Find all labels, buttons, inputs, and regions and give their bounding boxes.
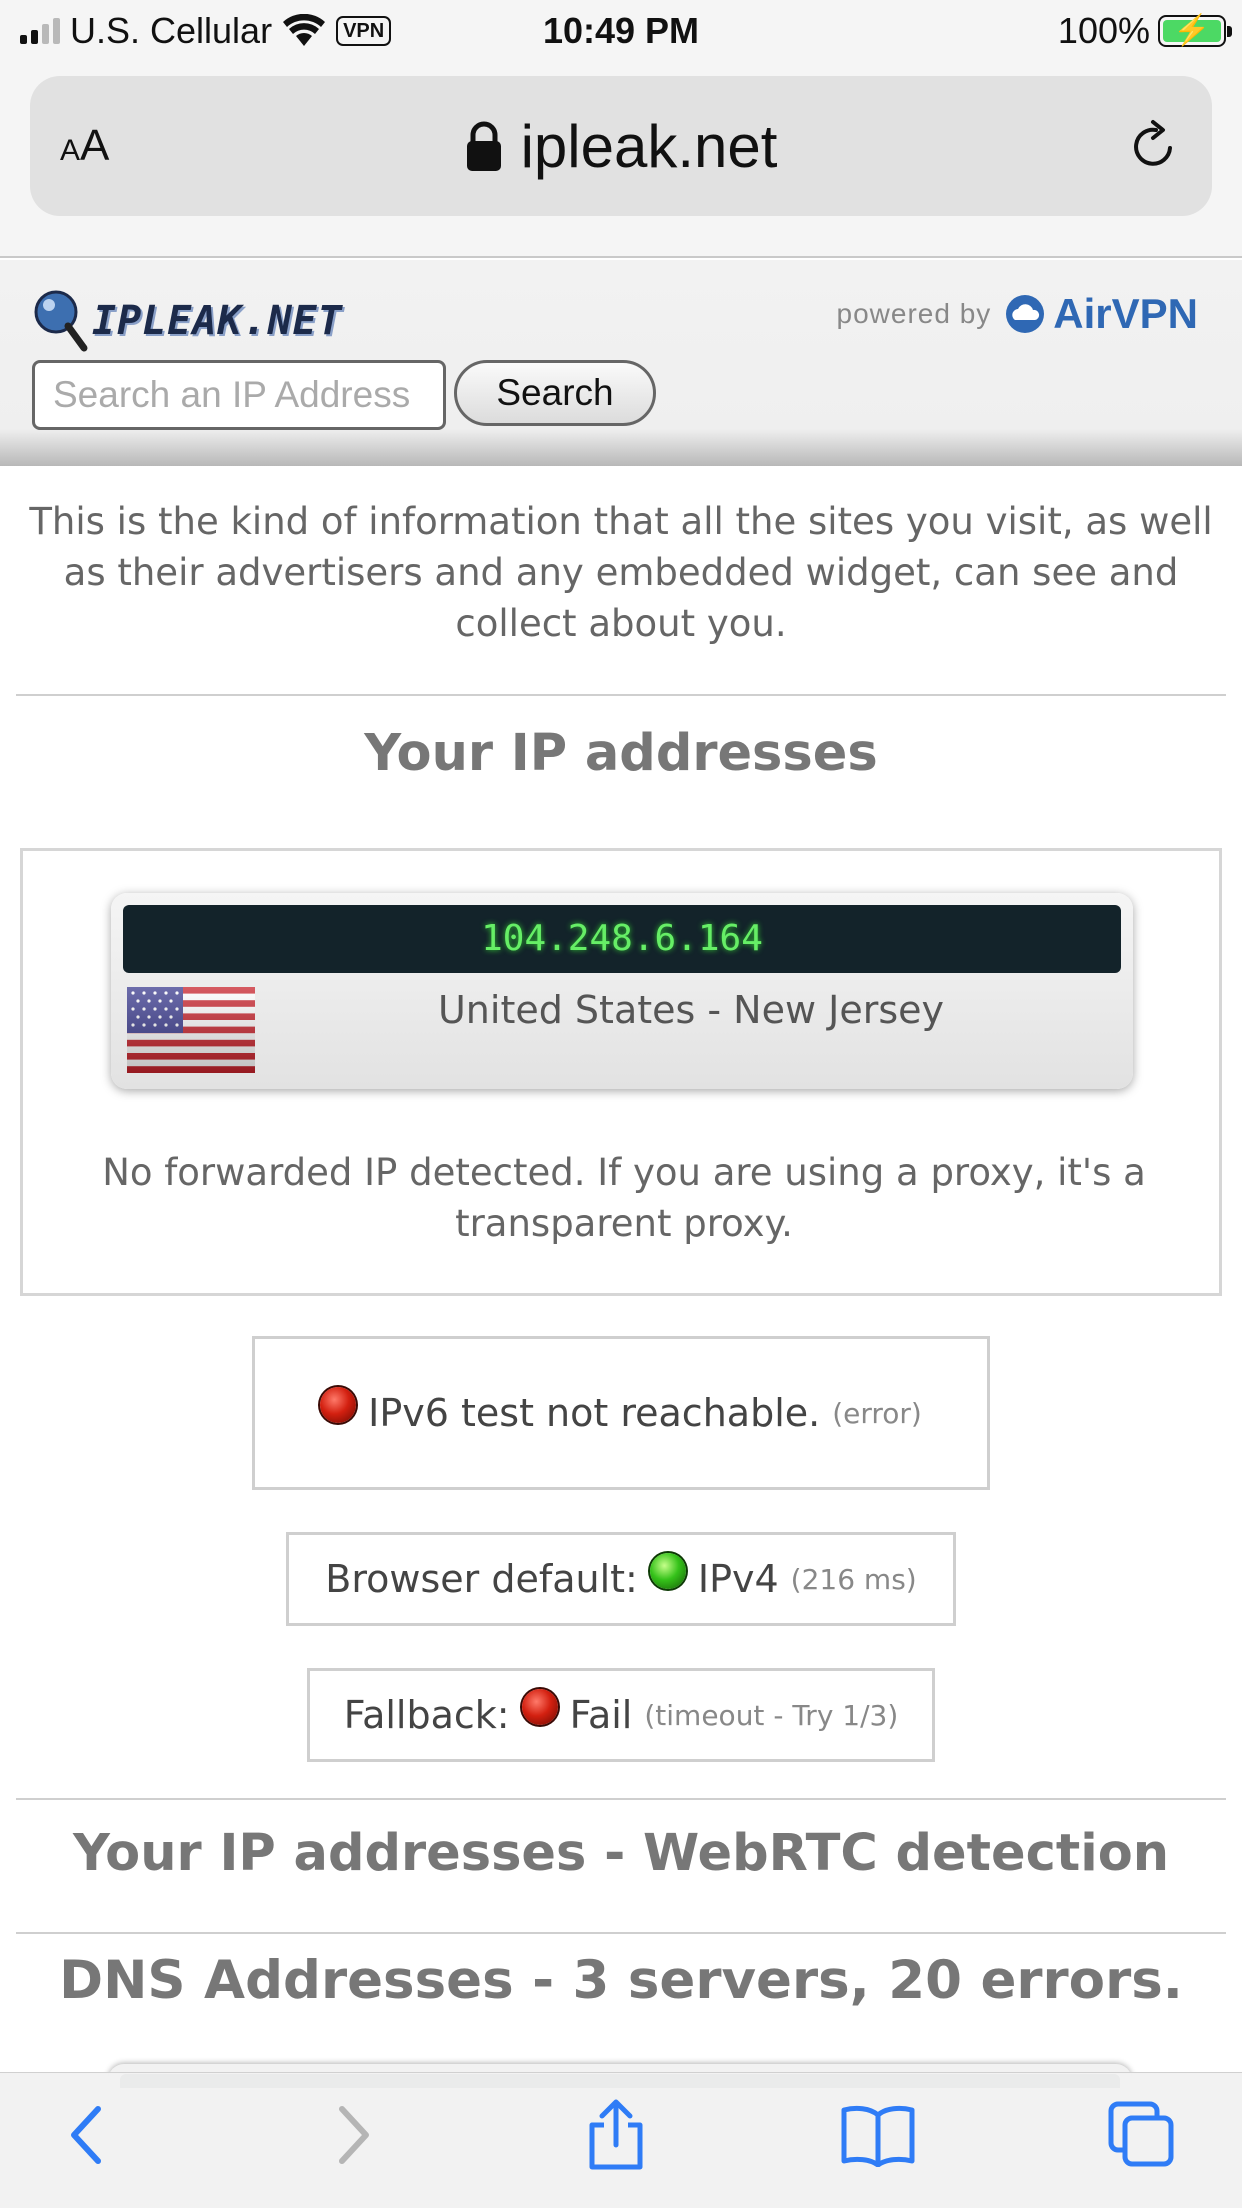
red-status-dot-icon (521, 1689, 558, 1725)
intro-text: This is the kind of information that all… (29, 500, 1213, 645)
status-bar: U.S. Cellular VPN 10:49 PM 100% ⚡ (0, 0, 1242, 62)
ip-search-form: Search (32, 360, 656, 430)
bookmarks-button[interactable] (838, 2095, 918, 2175)
red-status-dot-icon (320, 1387, 357, 1423)
forwarded-ip-note: No forwarded IP detected. If you are usi… (102, 1151, 1146, 1245)
bookmarks-icon (841, 2105, 915, 2167)
status-right: 100% ⚡ (1057, 8, 1232, 54)
divider (16, 694, 1226, 696)
dns-section-title: DNS Addresses - 3 servers, 20 errors. (59, 1950, 1183, 2011)
tabs-button[interactable] (1102, 2095, 1182, 2175)
lock-icon (466, 121, 501, 171)
fallback-box: Fallback: Fail (timeout - Try 1/3) (307, 1668, 935, 1762)
url-domain: ipleak.net (520, 112, 778, 180)
divider (16, 1798, 1226, 1800)
magnifier-globe-icon (34, 290, 88, 352)
forward-button[interactable] (314, 2095, 394, 2175)
battery-percent: 100% (1057, 10, 1150, 51)
webrtc-section-title: Your IP addresses - WebRTC detection (72, 1824, 1170, 1883)
share-icon (589, 2099, 643, 2170)
share-button[interactable] (576, 2095, 656, 2175)
back-button[interactable] (46, 2095, 126, 2175)
ip-panel: 104.248.6.164 United States - New Jersey… (20, 848, 1222, 1296)
battery-icon: ⚡ (1158, 14, 1232, 47)
airvpn-logo: AirVPN (1005, 290, 1198, 338)
address-bar[interactable]: AA ipleak.net (30, 76, 1212, 216)
forward-icon (339, 2106, 369, 2164)
browser-default-box: Browser default: IPv4 (216 ms) (286, 1532, 956, 1626)
url-display[interactable]: ipleak.net (30, 76, 1212, 216)
divider (16, 1932, 1226, 1934)
site-logo[interactable]: IPLEAK.NET (32, 286, 343, 356)
fallback-value: Fail (569, 1693, 633, 1737)
ipv6-test-text: IPv6 test not reachable. (368, 1391, 821, 1435)
ip-address: 104.248.6.164 (123, 905, 1121, 973)
browser-chrome: AA ipleak.net (0, 62, 1242, 258)
browser-toolbar (0, 2072, 1242, 2208)
fallback-note: (timeout - Try 1/3) (644, 1698, 899, 1732)
ip-card: 104.248.6.164 United States - New Jersey (111, 893, 1133, 1089)
ip-section-title: Your IP addresses (364, 724, 878, 783)
powered-by-label: powered by (836, 298, 992, 329)
back-icon (71, 2106, 101, 2164)
browser-default-value: IPv4 (697, 1557, 779, 1601)
airvpn-text: AirVPN (1053, 290, 1198, 337)
us-flag-icon (127, 987, 255, 1073)
site-header: IPLEAK.NET powered by AirVPN Search (0, 260, 1242, 466)
ip-search-input[interactable] (32, 360, 446, 430)
green-status-dot-icon (649, 1553, 686, 1589)
logo-text: IPLEAK.NET (92, 298, 343, 344)
ipv6-test-note: (error) (832, 1396, 922, 1430)
clock: 10:49 PM (542, 10, 700, 51)
ipv6-test-box: IPv6 test not reachable. (error) (252, 1336, 990, 1490)
ip-location: United States - New Jersey (437, 988, 945, 1032)
airvpn-cloud-icon (1006, 295, 1045, 333)
browser-default-note: (216 ms) (790, 1562, 917, 1596)
tabs-icon (1108, 2101, 1174, 2167)
reload-icon[interactable] (1126, 118, 1182, 174)
powered-by[interactable]: powered by AirVPN (837, 290, 1198, 338)
search-button[interactable]: Search (454, 360, 656, 426)
fallback-label: Fallback: (343, 1693, 510, 1737)
browser-default-label: Browser default: (325, 1557, 638, 1601)
